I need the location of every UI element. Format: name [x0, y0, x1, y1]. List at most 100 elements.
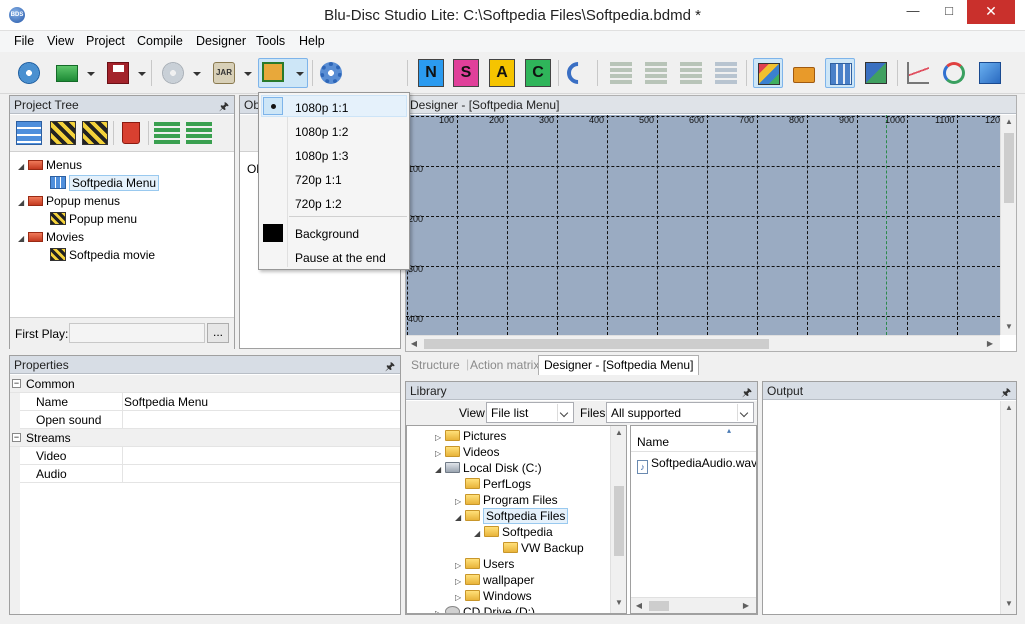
- scroll-right-icon[interactable]: ▶: [982, 339, 998, 348]
- scroll-left-icon[interactable]: ◀: [406, 339, 422, 348]
- undo-button[interactable]: [562, 57, 594, 89]
- lock-button[interactable]: [789, 58, 819, 88]
- folder-node[interactable]: ▷ Windows: [455, 589, 532, 603]
- design-canvas[interactable]: 100 200 300 400 500 600 700 800 900 1000…: [406, 115, 1000, 335]
- move-down-button[interactable]: [676, 58, 706, 88]
- navigation-button[interactable]: N: [418, 59, 444, 87]
- menu-tools[interactable]: Tools: [256, 34, 285, 48]
- files-filter-select[interactable]: All supported: [606, 402, 754, 423]
- collapse-icon[interactable]: −: [12, 433, 21, 442]
- expand-icon[interactable]: ▷: [435, 433, 445, 442]
- scroll-thumb[interactable]: [1004, 133, 1014, 203]
- settings-button[interactable]: [316, 58, 346, 88]
- folder-node[interactable]: ▷ CD Drive (D:): [435, 605, 535, 613]
- collapse-icon[interactable]: ◢: [474, 529, 484, 538]
- designer-vertical-scrollbar[interactable]: ▲ ▼: [1000, 115, 1016, 335]
- collapse-icon[interactable]: ◢: [18, 198, 28, 207]
- file-list-scrollbar[interactable]: ◀ ▶: [631, 597, 756, 613]
- chart-button[interactable]: [903, 58, 933, 88]
- open-dropdown-icon[interactable]: [87, 72, 95, 76]
- scroll-thumb[interactable]: [424, 339, 769, 349]
- menu-item-background[interactable]: Background: [295, 227, 359, 241]
- expand-icon[interactable]: ▷: [455, 577, 465, 586]
- collapse-icon[interactable]: ◢: [18, 162, 28, 171]
- scroll-down-icon[interactable]: ▼: [611, 598, 626, 607]
- add-movie-icon[interactable]: [82, 121, 108, 145]
- folder-node[interactable]: ◢ Softpedia Files: [455, 508, 569, 524]
- grid-button[interactable]: [825, 58, 855, 88]
- folder-node[interactable]: ▷ Program Files: [455, 493, 558, 507]
- collapse-icon[interactable]: ◢: [435, 465, 445, 474]
- folder-tree-scrollbar[interactable]: ▲ ▼: [610, 426, 626, 613]
- scroll-thumb[interactable]: [649, 601, 669, 611]
- tree-node-menus[interactable]: ◢ Menus: [18, 158, 82, 172]
- jar-dropdown-icon[interactable]: [244, 72, 252, 76]
- scroll-up-icon[interactable]: ▲: [611, 428, 626, 437]
- property-category-common[interactable]: − Common: [10, 375, 400, 393]
- expand-icon[interactable]: ▷: [435, 449, 445, 458]
- layout-button[interactable]: [753, 58, 783, 88]
- trash-icon[interactable]: [122, 122, 140, 144]
- designer-horizontal-scrollbar[interactable]: ◀ ▶: [406, 335, 1000, 351]
- save-dropdown-icon[interactable]: [138, 72, 146, 76]
- view-select[interactable]: File list: [486, 402, 574, 423]
- preview-dropdown-icon[interactable]: [296, 72, 304, 76]
- folder-node[interactable]: ▷ wallpaper: [455, 573, 534, 587]
- style-button[interactable]: S: [453, 59, 479, 87]
- first-play-browse-button[interactable]: ...: [207, 323, 229, 343]
- scroll-up-icon[interactable]: ▲: [1001, 117, 1017, 126]
- folder-node[interactable]: ◢ Local Disk (C:): [435, 461, 542, 475]
- minimize-button[interactable]: —: [896, 0, 930, 24]
- file-item[interactable]: ♪ SoftpediaAudio.wav: [637, 456, 756, 474]
- output-scrollbar[interactable]: ▲ ▼: [1000, 401, 1016, 614]
- property-row[interactable]: Video: [20, 447, 400, 465]
- open-project-button[interactable]: [52, 58, 82, 88]
- expand-icon[interactable]: ▷: [455, 497, 465, 506]
- audio-button[interactable]: A: [489, 59, 515, 87]
- tree-node-softpedia-menu[interactable]: Softpedia Menu: [50, 175, 160, 191]
- menu-item-1080p-1-2[interactable]: 1080p 1:2: [295, 125, 348, 139]
- expand-icon[interactable]: ▷: [435, 609, 445, 613]
- menu-view[interactable]: View: [47, 34, 74, 48]
- folder-node[interactable]: ◢ Softpedia: [474, 525, 553, 539]
- menu-file[interactable]: File: [14, 34, 34, 48]
- tab-structure[interactable]: Structure: [411, 358, 460, 372]
- snap-button[interactable]: [861, 58, 891, 88]
- menu-designer[interactable]: Designer: [196, 34, 246, 48]
- tree-node-movies[interactable]: ◢ Movies: [18, 230, 84, 244]
- property-row[interactable]: Name Softpedia Menu: [20, 393, 400, 411]
- move-up-icon[interactable]: [154, 122, 180, 144]
- new-project-button[interactable]: [14, 58, 44, 88]
- menu-item-1080p-1-1[interactable]: 1080p 1:1: [295, 101, 348, 115]
- first-play-field[interactable]: [69, 323, 205, 343]
- chapter-button[interactable]: C: [525, 59, 551, 87]
- tab-designer[interactable]: Designer - [Softpedia Menu]: [538, 355, 700, 375]
- property-row[interactable]: Audio: [20, 465, 400, 483]
- scroll-thumb[interactable]: [614, 486, 624, 556]
- tree-node-popup-menu[interactable]: Popup menu: [50, 212, 137, 226]
- move-bottom-button[interactable]: [711, 58, 741, 88]
- add-popup-icon[interactable]: [50, 121, 76, 145]
- jar-button[interactable]: JAR: [209, 58, 239, 88]
- tree-node-popup-menus[interactable]: ◢ Popup menus: [18, 194, 120, 208]
- add-menu-icon[interactable]: [16, 121, 42, 145]
- move-up-button[interactable]: [641, 58, 671, 88]
- move-top-button[interactable]: [606, 58, 636, 88]
- save-project-button[interactable]: [103, 58, 133, 88]
- menu-item-pause-at-end[interactable]: Pause at the end: [295, 251, 386, 265]
- collapse-icon[interactable]: −: [12, 379, 21, 388]
- menu-help[interactable]: Help: [299, 34, 325, 48]
- tree-node-softpedia-movie[interactable]: Softpedia movie: [50, 248, 155, 262]
- menu-item-1080p-1-3[interactable]: 1080p 1:3: [295, 149, 348, 163]
- property-row[interactable]: Open sound: [20, 411, 400, 429]
- maximize-button[interactable]: □: [932, 0, 966, 24]
- burn-button[interactable]: [158, 58, 188, 88]
- folder-node[interactable]: PerfLogs: [455, 477, 531, 491]
- close-button[interactable]: ✕: [967, 0, 1015, 24]
- menu-compile[interactable]: Compile: [137, 34, 183, 48]
- scroll-down-icon[interactable]: ▼: [1001, 599, 1017, 608]
- expand-icon[interactable]: ▷: [455, 561, 465, 570]
- scroll-down-icon[interactable]: ▼: [1001, 322, 1017, 331]
- tab-action-matrix[interactable]: Action matrix: [470, 358, 539, 372]
- scroll-right-icon[interactable]: ▶: [738, 601, 754, 610]
